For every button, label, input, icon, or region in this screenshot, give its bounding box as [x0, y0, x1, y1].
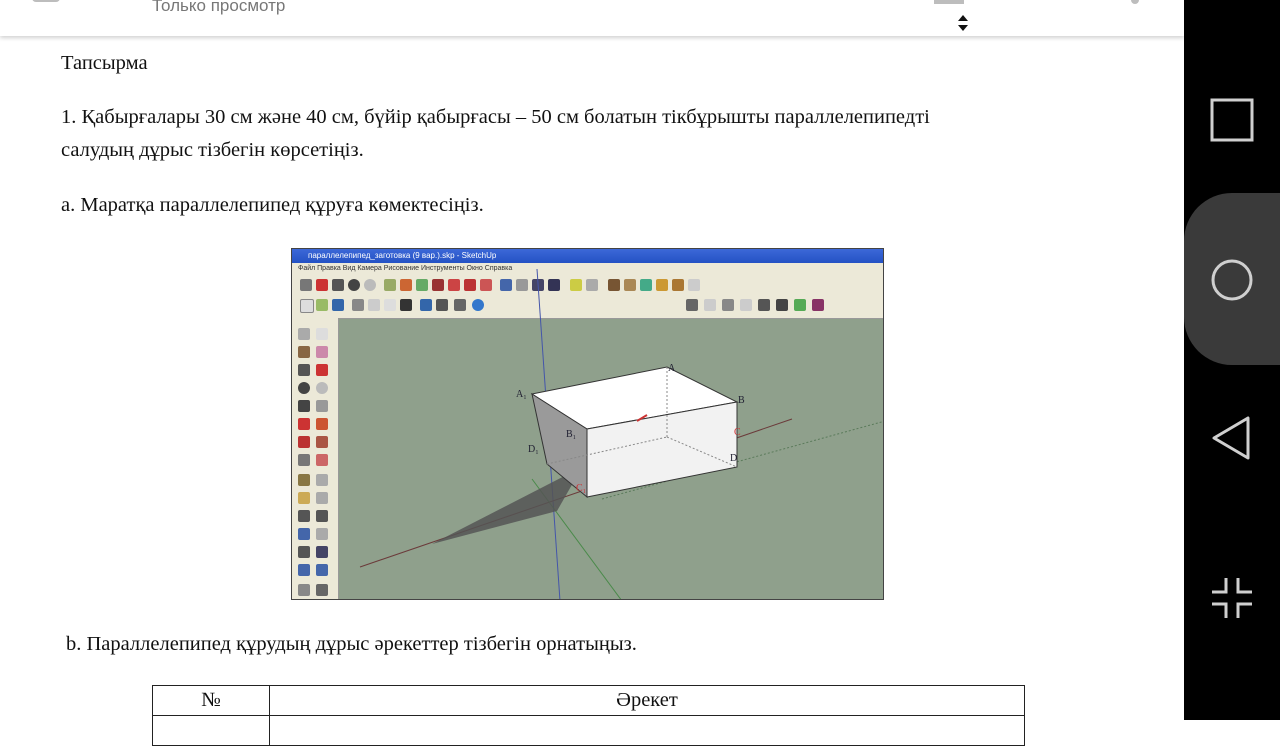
table-header-row: № Әрекет	[152, 685, 1025, 716]
column-action-header: Әрекет	[269, 685, 1025, 716]
recent-apps-icon[interactable]	[1208, 96, 1256, 144]
vertex-label: D	[730, 453, 737, 464]
vertex-label: B₁	[566, 429, 576, 440]
vertex-label: B	[738, 395, 745, 406]
table-row	[152, 715, 1025, 746]
back-icon[interactable]	[32, 0, 60, 2]
viewer-toolbar: Только просмотр	[0, 0, 1184, 36]
home-icon[interactable]	[1208, 256, 1256, 304]
table-cell[interactable]	[152, 715, 270, 746]
vertex-label: C	[734, 427, 741, 438]
actions-table: № Әрекет	[152, 685, 1025, 746]
task-heading: Тапсырма	[61, 52, 148, 74]
part-a-text: a. Маратқа параллелепипед құруға көмекте…	[61, 194, 484, 216]
column-number-header: №	[152, 685, 270, 716]
task-1-line-2: салудың дұрыс тізбегін көрсетіңіз.	[61, 139, 364, 161]
vertex-label: A	[668, 363, 676, 374]
back-nav-icon[interactable]	[1208, 414, 1256, 462]
view-only-label: Только просмотр	[152, 0, 286, 15]
part-b-text: b. Параллелепипед құрудың дұрыс әрекетте…	[66, 633, 637, 655]
vertex-label: D₁	[528, 444, 539, 455]
menu-icon[interactable]	[934, 0, 964, 4]
vertex-label: C₁	[576, 483, 586, 494]
task-1-line-1: 1. Қабырғалары 30 см және 40 см, бүйір қ…	[61, 106, 930, 128]
system-navigation-bar	[1184, 0, 1280, 720]
parallelepiped-model: A B C D A₁ B₁ C₁ D₁	[359, 268, 883, 599]
sketchup-screenshot: параллелепипед_заготовка (9 вар.).skp - …	[291, 248, 884, 600]
more-icon[interactable]	[1131, 0, 1139, 4]
sort-icon[interactable]	[956, 14, 970, 32]
table-cell[interactable]	[269, 715, 1025, 746]
exit-fullscreen-icon[interactable]	[1208, 574, 1256, 622]
vertex-label: A₁	[516, 389, 527, 400]
